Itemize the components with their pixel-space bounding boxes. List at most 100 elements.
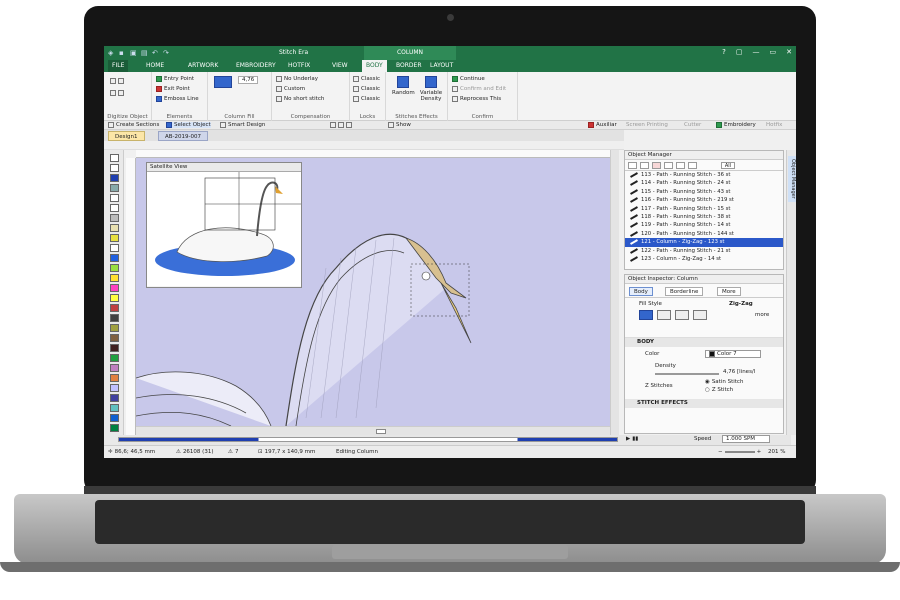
column-fill-style-icon[interactable] bbox=[214, 76, 232, 88]
palette-swatch[interactable] bbox=[110, 224, 119, 232]
filter-path-icon[interactable] bbox=[628, 162, 637, 169]
ribbon-display-button[interactable]: ▢ bbox=[736, 48, 743, 56]
list-item[interactable]: 116 - Path - Running Stitch - 219 st bbox=[625, 196, 783, 204]
entry-point-button[interactable]: Entry Point bbox=[156, 76, 194, 82]
list-item[interactable]: 118 - Path - Running Stitch - 38 st bbox=[625, 213, 783, 221]
minimize-button[interactable]: — bbox=[753, 48, 760, 56]
palette-swatch[interactable] bbox=[110, 354, 119, 362]
continue-button[interactable]: Continue bbox=[452, 76, 485, 82]
fill-wave-icon[interactable] bbox=[693, 310, 707, 320]
doc-tab-design1[interactable]: Design1 bbox=[108, 131, 145, 141]
filter-favorite-icon[interactable] bbox=[676, 162, 685, 169]
tab-view[interactable]: VIEW bbox=[328, 60, 352, 72]
tab-file[interactable]: FILE bbox=[108, 60, 129, 72]
palette-swatch[interactable] bbox=[110, 404, 119, 412]
compensation-dropdown[interactable]: Custom bbox=[276, 86, 305, 92]
tab-hotfix[interactable]: HOTFIX bbox=[284, 60, 314, 72]
select-object-button[interactable]: Select Object bbox=[166, 122, 211, 128]
list-item[interactable]: 119 - Path - Running Stitch - 14 st bbox=[625, 221, 783, 229]
play-controls[interactable]: ▶ ▮▮ bbox=[626, 436, 638, 442]
palette-swatch[interactable] bbox=[110, 344, 119, 352]
list-item[interactable]: 120 - Path - Running Stitch - 144 st bbox=[625, 230, 783, 238]
fill-zigzag-icon[interactable] bbox=[639, 310, 653, 320]
palette-swatch[interactable] bbox=[110, 244, 119, 252]
z-stitch-radio[interactable]: ○ Z Stitch bbox=[705, 387, 733, 393]
palette-swatch[interactable] bbox=[110, 164, 119, 172]
tab-body-inspector[interactable]: Body bbox=[629, 287, 653, 296]
zoom-slider[interactable]: − + bbox=[718, 449, 761, 455]
create-sections-button[interactable]: Create Sections bbox=[108, 122, 159, 128]
palette-swatch[interactable] bbox=[110, 414, 119, 422]
doc-tab-ab-2019[interactable]: AB-2019-007 bbox=[158, 131, 208, 141]
open-icon[interactable]: ▣ bbox=[130, 49, 138, 57]
palette-swatch[interactable] bbox=[110, 324, 119, 332]
random-button[interactable]: Random bbox=[392, 76, 415, 96]
palette-swatch[interactable] bbox=[110, 304, 119, 312]
palette-swatch[interactable] bbox=[110, 284, 119, 292]
list-item[interactable]: 123 - Column - Zig-Zag - 14 st bbox=[625, 255, 783, 263]
list-item-selected[interactable]: 121 - Column - Zig-Zag - 123 st bbox=[625, 238, 783, 247]
palette-swatch[interactable] bbox=[110, 334, 119, 342]
play-icon[interactable]: ▶ bbox=[626, 436, 630, 442]
lock-mid-dropdown[interactable]: Classic bbox=[353, 86, 380, 92]
palette-swatch[interactable] bbox=[110, 174, 119, 182]
screen-printing-toggle[interactable]: Screen Printing bbox=[626, 122, 668, 128]
reprocess-button[interactable]: Reprocess This bbox=[452, 96, 501, 102]
filter-all-button[interactable]: All bbox=[721, 162, 735, 169]
palette-swatch[interactable] bbox=[110, 274, 119, 282]
digitize-arrows-icon[interactable] bbox=[110, 78, 124, 84]
tab-embroidery[interactable]: EMBROIDERY bbox=[232, 60, 280, 72]
filter-fill-icon[interactable] bbox=[664, 162, 673, 169]
palette-swatch[interactable] bbox=[110, 154, 119, 162]
canvas-vertical-scrollbar[interactable] bbox=[610, 150, 619, 435]
canvas-horizontal-scrollbar[interactable] bbox=[136, 426, 610, 435]
filter-column-icon[interactable] bbox=[640, 162, 649, 169]
cutter-toggle[interactable]: Cutter bbox=[684, 122, 701, 128]
column-fill-density-input[interactable]: 4,76 bbox=[238, 76, 259, 84]
scroll-thumb[interactable] bbox=[376, 429, 386, 434]
lock-start-dropdown[interactable]: Classic bbox=[353, 76, 380, 82]
undo-icon[interactable]: ↶ bbox=[152, 49, 160, 57]
palette-swatch[interactable] bbox=[110, 294, 119, 302]
digitize-curve-icon[interactable] bbox=[110, 90, 124, 96]
palette-swatch[interactable] bbox=[110, 264, 119, 272]
design-canvas[interactable]: Satellite View bbox=[136, 158, 610, 426]
zoom-tools[interactable] bbox=[330, 122, 352, 128]
density-value[interactable]: 4,76 [lines/l bbox=[723, 369, 755, 375]
tab-borderline[interactable]: Borderline bbox=[665, 287, 704, 296]
new-icon[interactable]: ▪ bbox=[119, 49, 127, 57]
stitch-effects-header[interactable]: STITCH EFFECTS bbox=[625, 399, 783, 408]
fill-satin-icon[interactable] bbox=[657, 310, 671, 320]
stitch-progress-track[interactable] bbox=[118, 437, 618, 442]
help-button[interactable]: ? bbox=[722, 48, 726, 56]
palette-swatch[interactable] bbox=[110, 184, 119, 192]
object-manager-dock-tab[interactable]: Object Manager bbox=[788, 156, 796, 202]
list-item[interactable]: 115 - Path - Running Stitch - 43 st bbox=[625, 188, 783, 196]
maximize-button[interactable]: ▭ bbox=[770, 48, 777, 56]
emboss-line-button[interactable]: Emboss Line bbox=[156, 96, 199, 102]
fill-more-button[interactable]: more bbox=[755, 312, 769, 318]
filter-misc-icon[interactable] bbox=[688, 162, 697, 169]
palette-swatch[interactable] bbox=[110, 314, 119, 322]
tab-artwork[interactable]: ARTWORK bbox=[184, 60, 222, 72]
exit-point-button[interactable]: Exit Point bbox=[156, 86, 190, 92]
pause-icon[interactable]: ▮▮ bbox=[632, 436, 638, 442]
satellite-view-panel[interactable]: Satellite View bbox=[146, 162, 302, 288]
auxiliar-toggle[interactable]: Auxiliar bbox=[588, 122, 617, 128]
list-item[interactable]: 114 - Path - Running Stitch - 24 st bbox=[625, 179, 783, 187]
list-item[interactable]: 117 - Path - Running Stitch - 15 st bbox=[625, 205, 783, 213]
list-item[interactable]: 122 - Path - Running Stitch - 21 st bbox=[625, 247, 783, 255]
palette-swatch[interactable] bbox=[110, 384, 119, 392]
tab-layout[interactable]: LAYOUT bbox=[426, 60, 457, 72]
fill-step-icon[interactable] bbox=[675, 310, 689, 320]
palette-swatch[interactable] bbox=[110, 204, 119, 212]
palette-swatch[interactable] bbox=[110, 424, 119, 432]
palette-swatch[interactable] bbox=[110, 394, 119, 402]
embroidery-toggle[interactable]: Embroidery bbox=[716, 122, 756, 128]
variable-density-button[interactable]: Variable Density bbox=[418, 76, 444, 102]
list-item[interactable]: 113 - Path - Running Stitch - 36 st bbox=[625, 171, 783, 179]
tab-home[interactable]: HOME bbox=[142, 60, 168, 72]
fill-style-options[interactable] bbox=[639, 310, 707, 320]
tab-more[interactable]: More bbox=[717, 287, 741, 296]
underlay-dropdown[interactable]: No Underlay bbox=[276, 76, 318, 82]
